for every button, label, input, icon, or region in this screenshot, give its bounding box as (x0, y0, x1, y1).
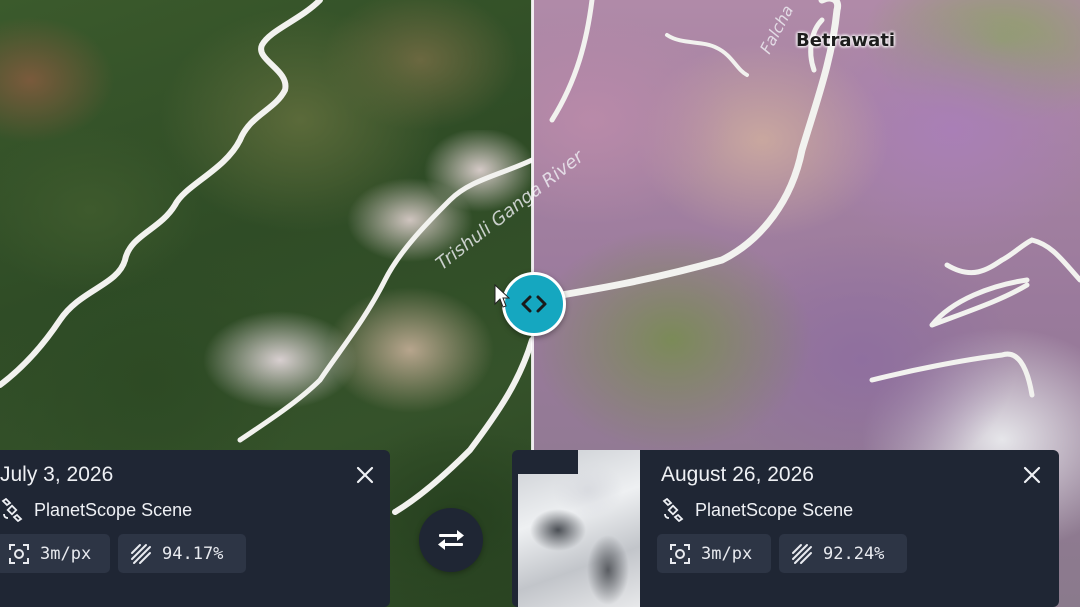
after-date: August 26, 2026 (661, 463, 814, 486)
after-coverage-chip: 92.24% (779, 534, 907, 573)
swap-scenes-button[interactable] (419, 508, 483, 572)
before-date: July 3, 2026 (0, 463, 114, 486)
before-scene-card: July 3, 2026 PlanetScope Scene 3m/px 94.… (0, 450, 390, 607)
coverage-hatch-icon (131, 543, 151, 564)
after-scene-card: August 26, 2026 PlanetScope Scene 3m/px (512, 450, 1059, 607)
after-source-label: PlanetScope Scene (695, 499, 854, 520)
satellite-icon (662, 498, 684, 522)
before-source-label: PlanetScope Scene (34, 499, 193, 520)
mouse-cursor-icon (494, 284, 510, 308)
satellite-icon (1, 498, 23, 522)
resolution-icon (670, 543, 690, 564)
close-icon (356, 466, 374, 484)
after-resolution-chip: 3m/px (657, 534, 771, 573)
after-source: PlanetScope Scene (661, 498, 853, 522)
after-coverage: 92.24% (823, 543, 885, 564)
coverage-hatch-icon (792, 543, 812, 564)
before-resolution-chip: 3m/px (0, 534, 110, 573)
thumbnail-corner (518, 450, 578, 474)
close-after-button[interactable] (1019, 462, 1045, 488)
code-brackets-icon (521, 295, 547, 313)
close-icon (1023, 466, 1041, 484)
before-coverage-chip: 94.17% (118, 534, 246, 573)
before-coverage: 94.17% (162, 543, 224, 564)
close-before-button[interactable] (352, 462, 378, 488)
before-resolution: 3m/px (40, 543, 92, 564)
before-source: PlanetScope Scene (0, 498, 192, 522)
resolution-icon (9, 543, 29, 564)
place-label: Betrawati (796, 30, 896, 51)
after-resolution: 3m/px (701, 543, 753, 564)
swap-arrows-icon (438, 530, 464, 550)
compare-slider-handle[interactable] (502, 272, 566, 336)
